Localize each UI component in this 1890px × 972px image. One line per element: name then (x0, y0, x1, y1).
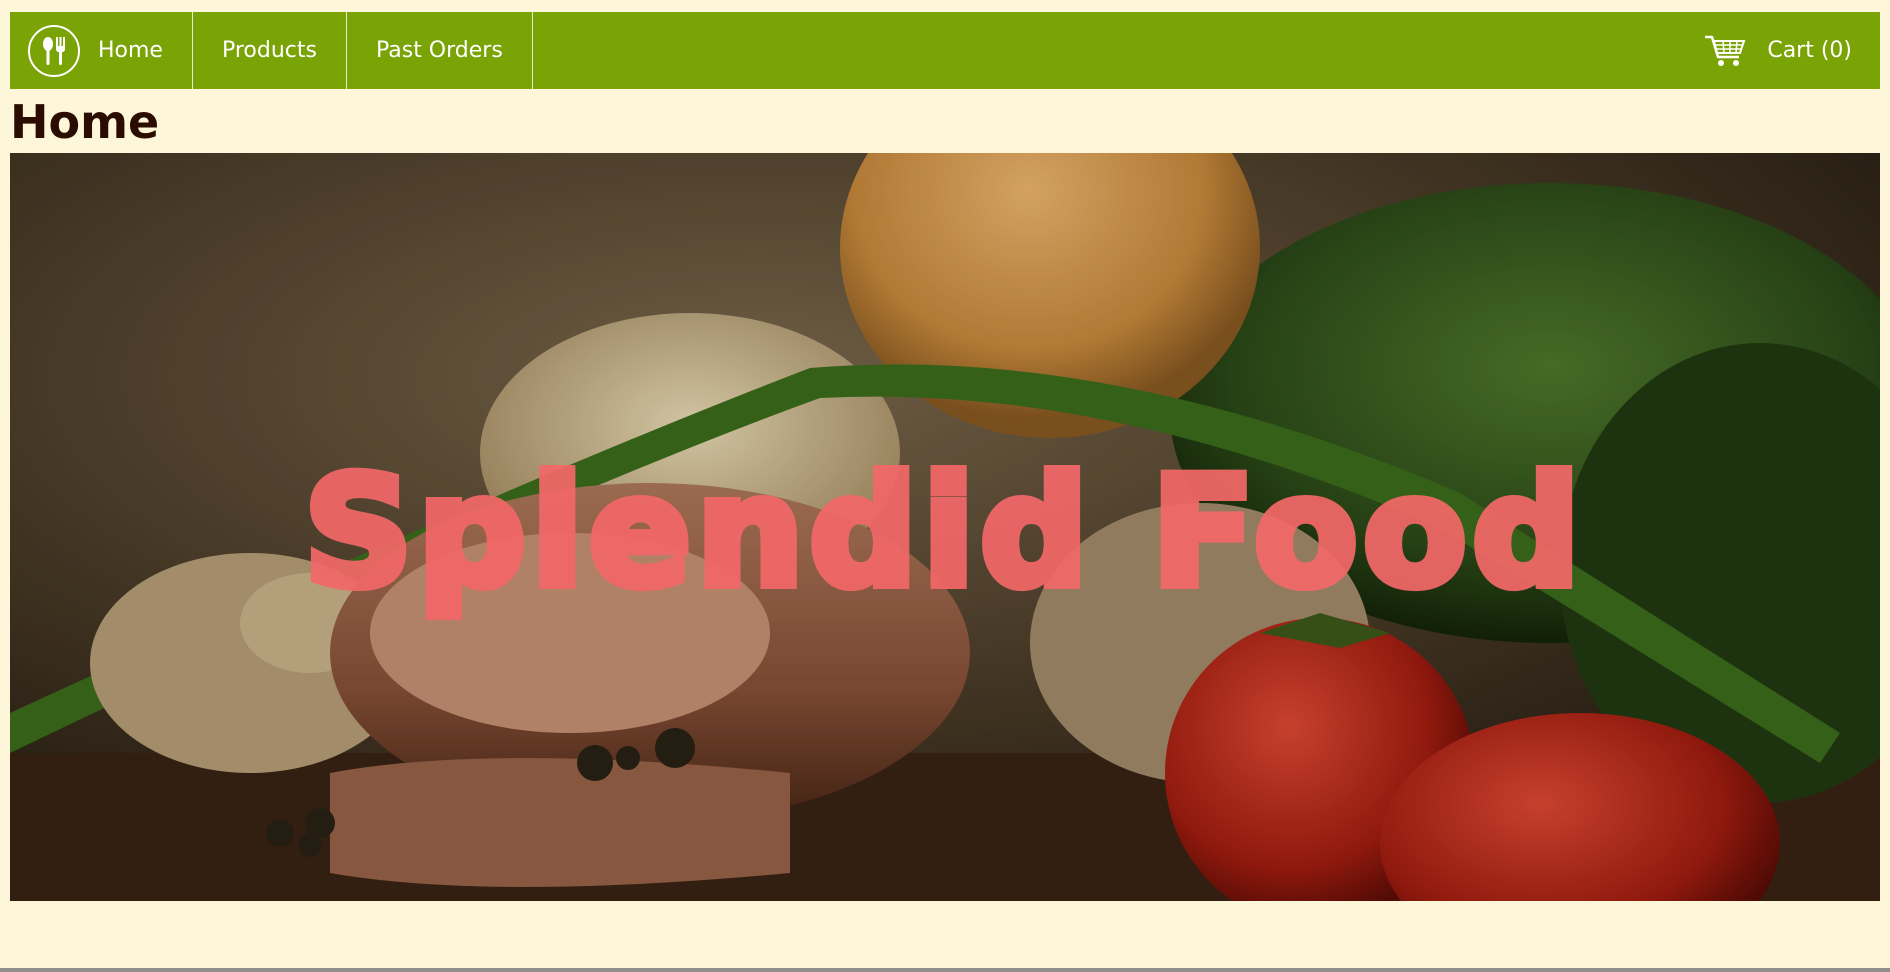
hero-banner: Splendid Food (10, 153, 1880, 901)
cart-link[interactable]: Cart (0) (1703, 12, 1880, 89)
nav-past-orders-link[interactable]: Past Orders (347, 12, 533, 89)
hero-title: Splendid Food (299, 441, 1586, 625)
shopping-cart-icon[interactable] (1703, 33, 1747, 69)
page-title: Home (10, 95, 160, 149)
nav-home-link[interactable]: Home (10, 12, 193, 89)
page-bottom-divider (0, 968, 1890, 972)
top-navbar: Home Products Past Orders Cart (0) (10, 12, 1880, 89)
cart-label[interactable]: Cart (0) (1767, 38, 1852, 63)
fork-spoon-icon[interactable] (28, 24, 80, 77)
nav-home-label[interactable]: Home (98, 38, 163, 63)
nav-products-link[interactable]: Products (193, 12, 347, 89)
